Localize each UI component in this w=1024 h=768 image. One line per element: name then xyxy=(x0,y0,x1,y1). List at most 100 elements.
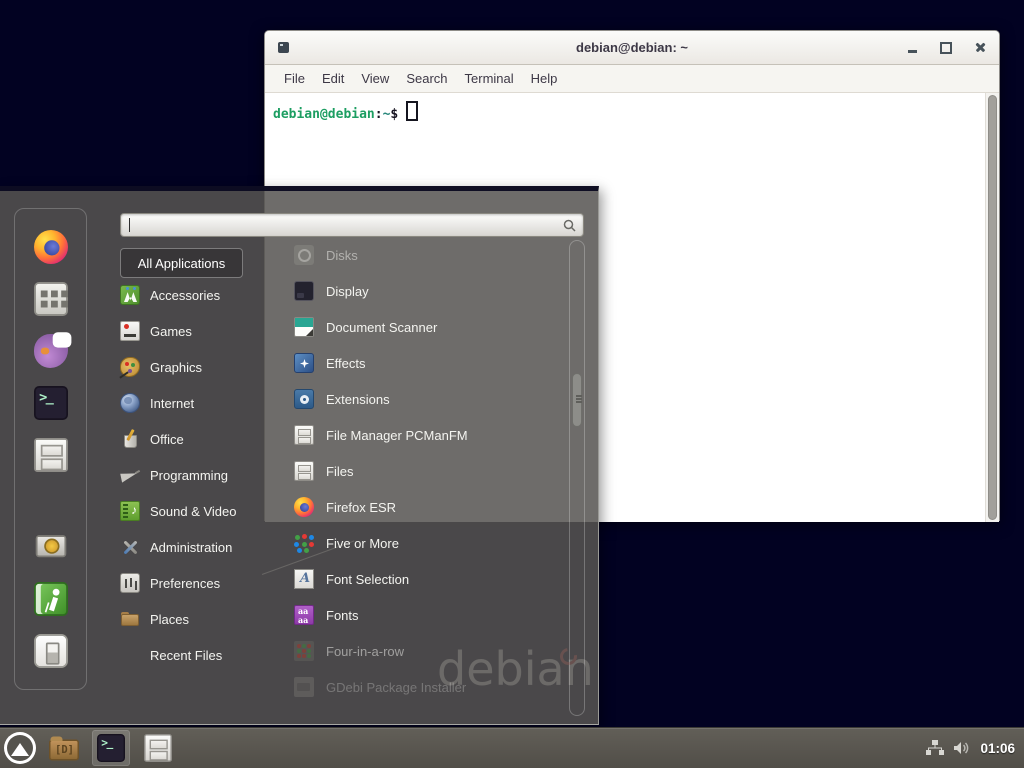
effects-icon xyxy=(294,353,314,373)
file-cabinet-icon xyxy=(34,438,68,472)
package-manager-icon xyxy=(34,282,68,316)
graphics-icon xyxy=(120,357,140,377)
prompt-separator: : xyxy=(375,107,383,122)
prompt-symbol: $ xyxy=(390,107,398,122)
preferences-icon xyxy=(120,573,140,593)
application-menu: All Applications Accessories Games Graph… xyxy=(0,186,599,725)
app-item-font-selection[interactable]: Font Selection xyxy=(264,561,564,597)
all-applications-button[interactable]: All Applications xyxy=(120,248,243,278)
favorite-file-manager[interactable] xyxy=(29,433,73,477)
window-title: debian@debian: ~ xyxy=(576,40,688,55)
app-item-effects[interactable]: Effects xyxy=(264,345,564,381)
lock-screen-button[interactable] xyxy=(29,525,73,569)
category-list: Accessories Games Graphics Internet Offi… xyxy=(120,277,266,673)
app-item-five-or-more[interactable]: Five or More xyxy=(264,525,564,561)
display-icon xyxy=(294,281,314,301)
terminal-window-button[interactable] xyxy=(92,730,130,766)
terminal-cursor xyxy=(406,101,418,121)
app-item-fonts[interactable]: Fonts xyxy=(264,597,564,633)
app-item-file-manager-pcmanfm[interactable]: File Manager PCManFM xyxy=(264,417,564,453)
close-icon[interactable] xyxy=(975,42,986,53)
app-item-document-scanner[interactable]: Document Scanner xyxy=(264,309,564,345)
extensions-icon xyxy=(294,389,314,409)
firefox-icon xyxy=(294,497,314,517)
app-item-extensions[interactable]: Extensions xyxy=(264,381,564,417)
desktop: debian debian@debian: ~ File Edit View S… xyxy=(0,0,1024,768)
text-caret xyxy=(129,218,130,232)
menu-scrollbar[interactable] xyxy=(569,240,585,716)
volume-icon[interactable] xyxy=(953,740,971,756)
taskbar: 01:06 xyxy=(0,727,1024,768)
category-accessories[interactable]: Accessories xyxy=(120,277,266,313)
category-preferences[interactable]: Preferences xyxy=(120,565,266,601)
menu-edit[interactable]: Edit xyxy=(322,71,344,86)
internet-icon xyxy=(120,393,140,413)
logout-button[interactable] xyxy=(29,577,73,621)
file-cabinet-icon xyxy=(294,461,314,481)
menu-scrollbar-thumb[interactable] xyxy=(572,373,582,427)
search-input[interactable] xyxy=(120,213,584,237)
taskbar-launchers xyxy=(0,730,177,766)
gdebi-icon xyxy=(294,677,314,697)
terminal-icon xyxy=(34,386,68,420)
clock[interactable]: 01:06 xyxy=(980,741,1015,756)
terminal-titlebar[interactable]: debian@debian: ~ xyxy=(265,31,999,65)
terminal-scrollbar-thumb[interactable] xyxy=(988,95,997,520)
terminal-menubar: File Edit View Search Terminal Help xyxy=(265,65,999,93)
app-item-four-in-a-row[interactable]: Four-in-a-row xyxy=(264,633,564,669)
system-tray: 01:06 xyxy=(926,740,1024,756)
menu-search[interactable]: Search xyxy=(406,71,447,86)
menu-help[interactable]: Help xyxy=(531,71,558,86)
category-internet[interactable]: Internet xyxy=(120,385,266,421)
fonts-icon xyxy=(294,605,314,625)
file-cabinet-icon xyxy=(294,425,314,445)
network-icon[interactable] xyxy=(926,740,944,756)
disks-icon xyxy=(294,245,314,265)
shutdown-button[interactable] xyxy=(29,629,73,673)
office-icon xyxy=(120,429,140,449)
search-icon xyxy=(563,219,576,232)
minimize-icon[interactable] xyxy=(908,50,917,53)
favorites-rail xyxy=(14,208,87,690)
font-selection-icon xyxy=(294,569,314,589)
terminal-icon xyxy=(97,734,125,762)
category-sound-video[interactable]: Sound & Video xyxy=(120,493,266,529)
category-recent-files[interactable]: Recent Files xyxy=(120,637,266,673)
app-item-firefox-esr[interactable]: Firefox ESR xyxy=(264,489,564,525)
category-programming[interactable]: Programming xyxy=(120,457,266,493)
favorite-terminal[interactable] xyxy=(29,381,73,425)
category-games[interactable]: Games xyxy=(120,313,266,349)
games-icon xyxy=(120,321,140,341)
category-office[interactable]: Office xyxy=(120,421,266,457)
menu-button[interactable] xyxy=(4,732,36,764)
files-launcher[interactable] xyxy=(45,730,83,766)
logout-icon xyxy=(34,582,68,616)
favorite-pidgin[interactable] xyxy=(29,329,73,373)
file-manager-launcher[interactable] xyxy=(139,730,177,766)
terminal-scrollbar[interactable] xyxy=(985,93,999,522)
menu-terminal[interactable]: Terminal xyxy=(465,71,514,86)
favorite-package-manager[interactable] xyxy=(29,277,73,321)
favorite-firefox[interactable] xyxy=(29,225,73,269)
category-places[interactable]: Places xyxy=(120,601,266,637)
app-item-gdebi-package-installer[interactable]: GDebi Package Installer xyxy=(264,669,564,705)
folder-icon xyxy=(49,740,79,761)
accessories-icon xyxy=(120,285,140,305)
menu-file[interactable]: File xyxy=(284,71,305,86)
app-item-files[interactable]: Files xyxy=(264,453,564,489)
menu-view[interactable]: View xyxy=(361,71,389,86)
prompt-user-host: debian@debian xyxy=(273,107,375,122)
category-graphics[interactable]: Graphics xyxy=(120,349,266,385)
places-icon xyxy=(120,609,140,629)
category-administration[interactable]: Administration xyxy=(120,529,266,565)
sound-video-icon xyxy=(120,501,140,521)
maximize-icon[interactable] xyxy=(940,42,952,54)
file-cabinet-icon xyxy=(144,734,172,762)
lock-screen-icon xyxy=(34,530,68,564)
app-item-disks[interactable]: Disks xyxy=(264,237,564,273)
firefox-icon xyxy=(34,230,68,264)
shutdown-icon xyxy=(34,634,68,668)
document-scanner-icon xyxy=(294,317,314,337)
app-item-display[interactable]: Display xyxy=(264,273,564,309)
all-applications-label: All Applications xyxy=(138,256,225,271)
